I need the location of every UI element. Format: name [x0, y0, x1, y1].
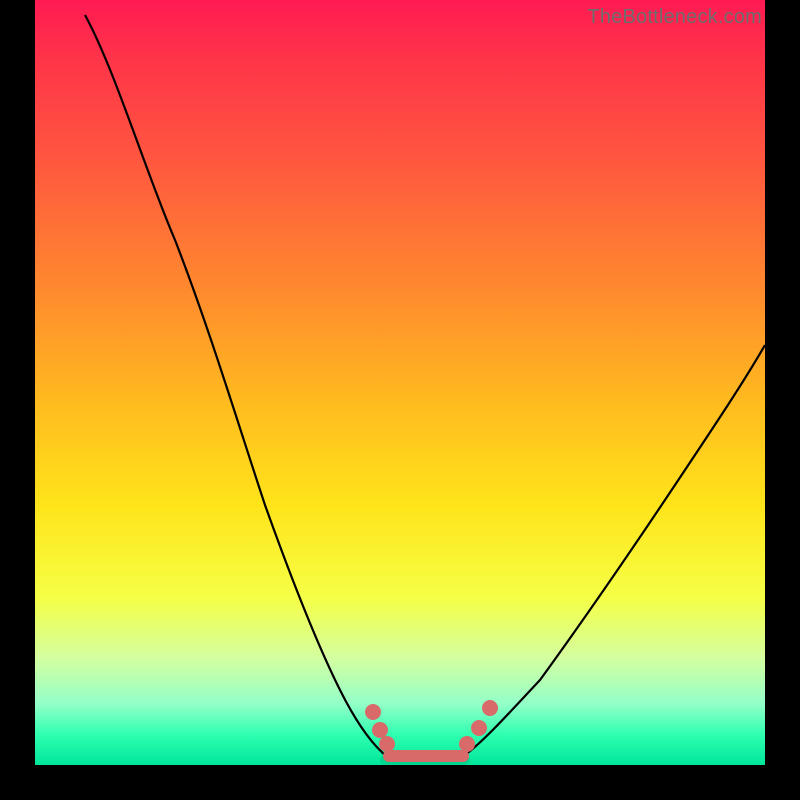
marker-dot — [482, 700, 498, 716]
marker-dot — [379, 736, 395, 752]
marker-dot — [459, 736, 475, 752]
curve-left-branch — [85, 15, 385, 755]
chart-stage: TheBottleneck.com — [0, 0, 800, 800]
marker-dot — [365, 704, 381, 720]
chart-overlay — [35, 0, 765, 765]
marker-dot — [471, 720, 487, 736]
marker-dot — [372, 722, 388, 738]
curve-right-branch — [465, 345, 765, 755]
